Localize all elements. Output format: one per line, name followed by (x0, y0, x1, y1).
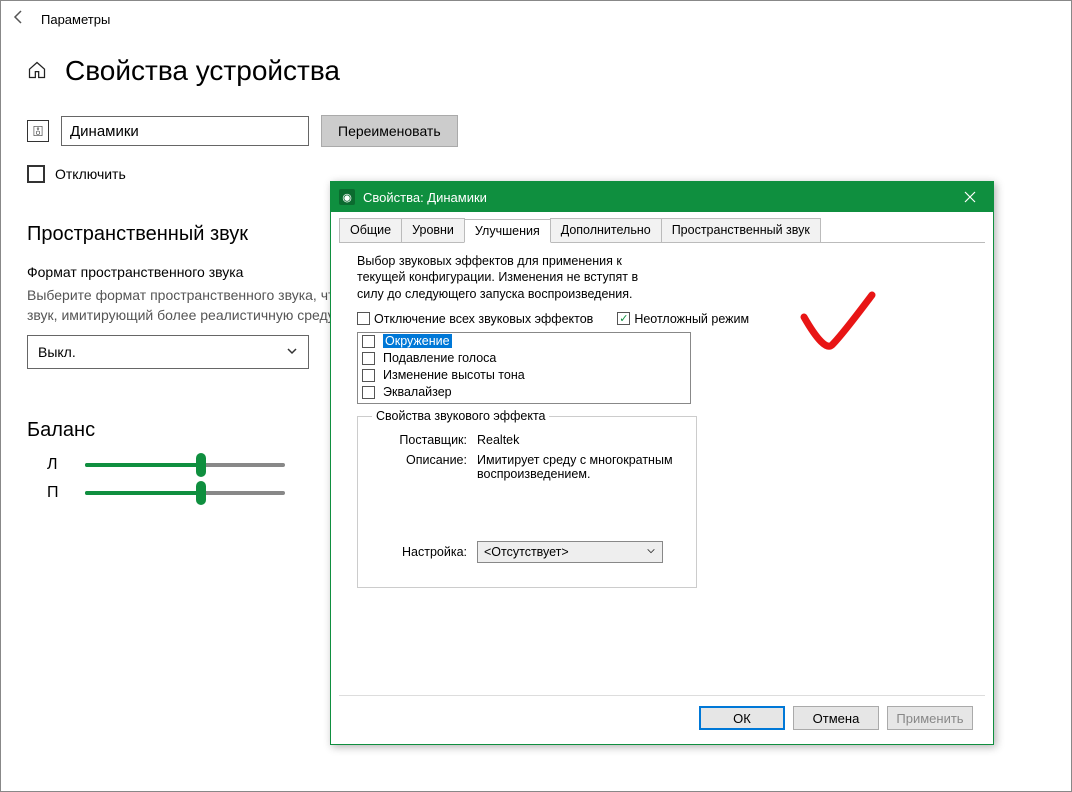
chevron-down-icon (646, 545, 656, 559)
setting-label: Настройка: (372, 545, 477, 559)
home-icon[interactable] (27, 60, 47, 83)
dialog-tabs: Общие Уровни Улучшения Дополнительно Про… (339, 218, 985, 243)
rename-button[interactable]: Переименовать (321, 115, 458, 147)
tab-general[interactable]: Общие (339, 218, 402, 242)
effect-label: Окружение (383, 334, 452, 348)
balance-right-label: П (47, 484, 65, 502)
balance-right-slider[interactable] (85, 491, 285, 495)
dialog-icon: ◉ (339, 189, 355, 205)
page-title: Свойства устройства (65, 55, 340, 87)
effects-listbox[interactable]: Окружение Подавление голоса Изменение вы… (357, 332, 691, 404)
effect-properties-legend: Свойства звукового эффекта (372, 409, 549, 423)
back-button[interactable] (11, 9, 41, 30)
effect-checkbox[interactable] (362, 352, 375, 365)
effect-checkbox[interactable] (362, 386, 375, 399)
dialog-titlebar[interactable]: ◉ Свойства: Динамики (331, 182, 993, 212)
device-name-input[interactable] (61, 116, 309, 146)
effect-label: Подавление голоса (383, 351, 496, 365)
provider-label: Поставщик: (372, 433, 477, 447)
effect-item-equalizer[interactable]: Эквалайзер (358, 384, 690, 401)
disable-label: Отключить (55, 166, 126, 182)
cancel-button[interactable]: Отмена (793, 706, 879, 730)
disable-checkbox[interactable] (27, 165, 45, 183)
provider-value: Realtek (477, 433, 682, 447)
immediate-mode-checkbox[interactable]: ✓ Неотложный режим (617, 312, 749, 326)
effect-checkbox[interactable] (362, 335, 375, 348)
immediate-mode-label: Неотложный режим (634, 312, 749, 326)
chevron-down-icon (286, 344, 298, 360)
effect-label: Изменение высоты тона (383, 368, 525, 382)
balance-left-slider[interactable] (85, 463, 285, 467)
header-title: Параметры (41, 12, 110, 27)
spatial-format-value: Выкл. (38, 344, 76, 360)
setting-dropdown[interactable]: <Отсутствует> (477, 541, 663, 563)
speaker-properties-dialog: ◉ Свойства: Динамики Общие Уровни Улучше… (330, 181, 994, 745)
balance-left-label: Л (47, 456, 65, 474)
tab-levels[interactable]: Уровни (401, 218, 465, 242)
apply-button[interactable]: Применить (887, 706, 973, 730)
tab-advanced[interactable]: Дополнительно (550, 218, 662, 242)
close-button[interactable] (947, 182, 993, 212)
description-label: Описание: (372, 453, 477, 481)
disable-all-effects-label: Отключение всех звуковых эффектов (374, 312, 593, 326)
tab-spatial[interactable]: Пространственный звук (661, 218, 821, 242)
effect-properties-group: Свойства звукового эффекта Поставщик: Re… (357, 416, 697, 588)
speaker-icon (27, 120, 49, 142)
disable-all-effects-checkbox[interactable]: Отключение всех звуковых эффектов (357, 312, 593, 326)
effect-checkbox[interactable] (362, 369, 375, 382)
enhancements-intro: Выбор звуковых эффектов для применения к… (357, 253, 657, 302)
dialog-title-text: Свойства: Динамики (363, 190, 487, 205)
spatial-format-dropdown[interactable]: Выкл. (27, 335, 309, 369)
settings-header: Параметры (1, 1, 1071, 37)
effect-label: Эквалайзер (383, 385, 452, 399)
setting-value: <Отсутствует> (484, 545, 569, 559)
effect-item-pitch-shift[interactable]: Изменение высоты тона (358, 367, 690, 384)
effect-item-voice-cancel[interactable]: Подавление голоса (358, 350, 690, 367)
description-value: Имитирует среду с многократным воспроизв… (477, 453, 682, 481)
ok-button[interactable]: ОК (699, 706, 785, 730)
tab-enhancements[interactable]: Улучшения (464, 219, 551, 243)
effect-item-environment[interactable]: Окружение (358, 333, 690, 350)
